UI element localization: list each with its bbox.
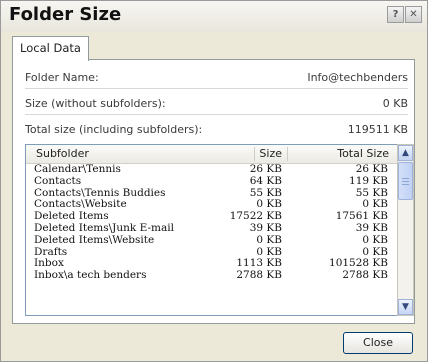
divider	[25, 114, 408, 115]
dialog-title: Folder Size	[9, 4, 122, 25]
subfolder-list[interactable]: Subfolder Size Total Size Calendar\Tenni…	[25, 144, 398, 316]
grip-line	[402, 178, 409, 179]
subfolder-total-size: 119 KB	[349, 174, 388, 187]
close-icon[interactable]: ✕	[405, 6, 422, 23]
column-header-total-size[interactable]: Total Size	[337, 147, 389, 160]
column-header-size[interactable]: Size	[259, 147, 282, 160]
subfolder-name: Inbox\a tech benders	[34, 269, 147, 282]
subfolder-total-size: 0 KB	[362, 233, 388, 246]
help-icon[interactable]: ?	[387, 6, 404, 23]
column-divider[interactable]	[287, 147, 288, 161]
subfolder-total-size: 2788 KB	[342, 269, 388, 282]
tab-local-data[interactable]: Local Data	[12, 36, 89, 61]
local-data-panel: Folder Name: Info@techbenders Size (with…	[12, 59, 415, 324]
subfolder-name: Deleted Items\Website	[34, 233, 155, 246]
close-button[interactable]: Close	[343, 332, 413, 354]
list-rows: Calendar\Tennis 26 KB 26 KB Contacts 64 KB 1…	[26, 163, 397, 282]
subfolder-size: 0 KB	[256, 233, 282, 246]
total-size-label: Total size (including subfolders):	[25, 123, 203, 136]
title-bar[interactable]: Folder Size ? ✕	[1, 1, 427, 32]
subfolder-name: Deleted Items\Junk E-mail	[34, 221, 174, 234]
list-item[interactable]: Inbox\a tech benders 2788 KB 2788 KB	[26, 269, 397, 282]
list-header: Subfolder Size Total Size	[26, 145, 397, 164]
subfolder-size: 39 KB	[249, 221, 282, 234]
folder-size-dialog: Folder Size ? ✕ Local Data Folder Name: …	[0, 0, 428, 362]
scroll-thumb[interactable]	[398, 162, 413, 200]
list-item[interactable]: Deleted Items\Website 0 KB 0 KB	[26, 233, 397, 247]
vertical-scrollbar[interactable]: ▲ ▼	[397, 144, 414, 316]
subfolder-size: 64 KB	[249, 174, 282, 187]
size-value: 0 KB	[382, 97, 408, 110]
grip-line	[402, 181, 409, 182]
folder-name-value: Info@techbenders	[307, 71, 408, 84]
subfolder-size: 2788 KB	[236, 269, 282, 282]
chevron-up-icon[interactable]: ▲	[398, 145, 413, 161]
list-item[interactable]: Contacts 64 KB 119 KB	[26, 174, 397, 188]
column-header-subfolder[interactable]: Subfolder	[36, 147, 89, 160]
divider	[25, 88, 408, 89]
list-item[interactable]: Calendar\Tennis 26 KB 26 KB	[26, 163, 397, 176]
folder-name-label: Folder Name:	[25, 71, 99, 84]
size-label: Size (without subfolders):	[25, 97, 166, 110]
grip-line	[402, 184, 409, 185]
list-item[interactable]: Deleted Items\Junk E-mail 39 KB 39 KB	[26, 221, 397, 235]
total-size-value: 119511 KB	[347, 123, 408, 136]
column-divider[interactable]	[254, 147, 255, 161]
subfolder-total-size: 39 KB	[355, 221, 388, 234]
chevron-down-icon[interactable]: ▼	[398, 299, 413, 315]
subfolder-name: Contacts	[34, 174, 82, 187]
